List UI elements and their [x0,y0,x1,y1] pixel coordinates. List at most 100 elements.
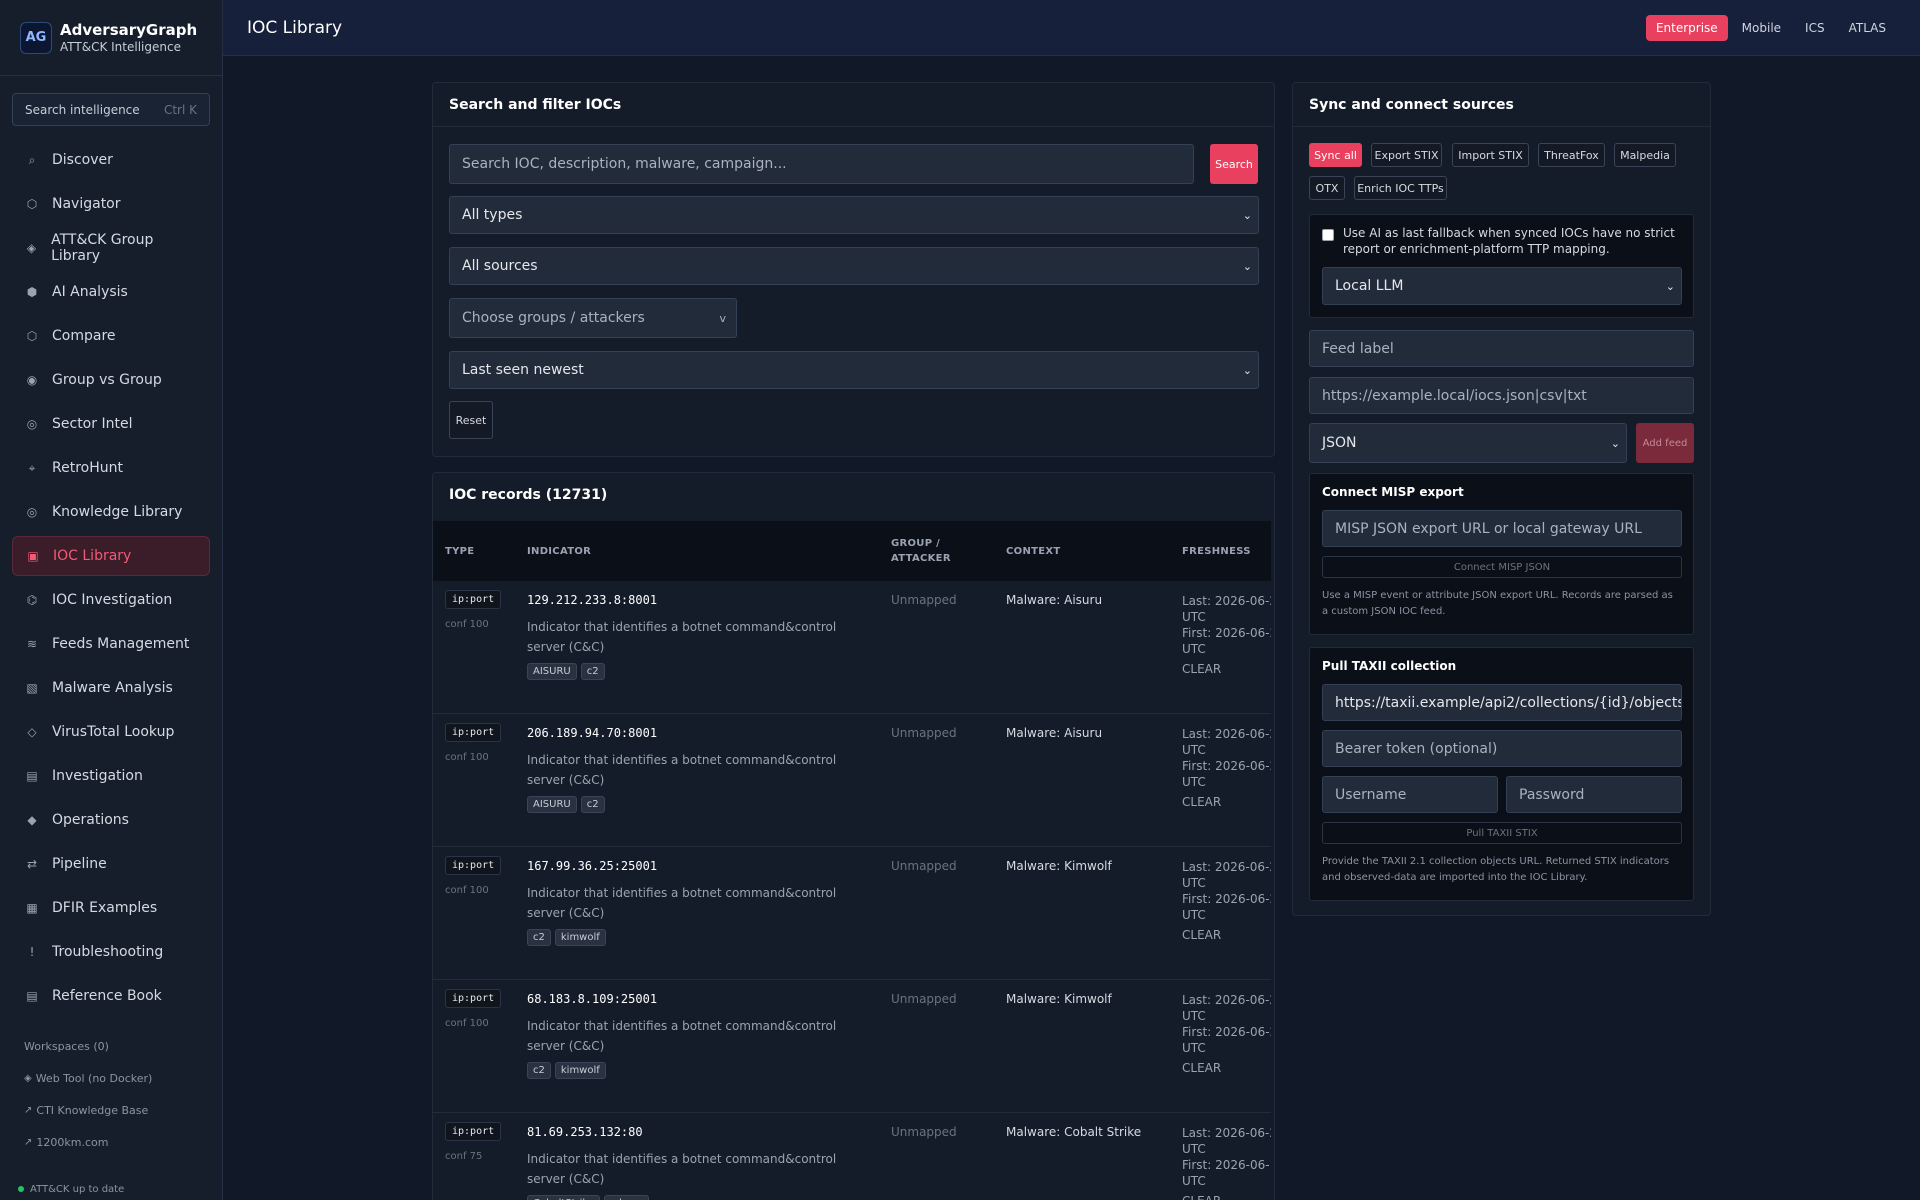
sidebar-item-virustotal-lookup[interactable]: ◇ VirusTotal Lookup [12,712,210,752]
ioc-tag[interactable]: cdn-cs [604,1195,649,1200]
link-1200km[interactable]: ↗ 1200km.com [24,1126,198,1158]
source-select[interactable]: All sources ⌄ [449,247,1259,285]
group-attacker: Unmapped [891,1125,957,1139]
sidebar-item-ai-analysis[interactable]: ⬢ AI Analysis [12,272,210,312]
sidebar-item-investigation[interactable]: ▤ Investigation [12,756,210,796]
workspaces-label[interactable]: Workspaces (0) [24,1030,198,1062]
misp-url-input[interactable]: MISP JSON export URL or local gateway UR… [1322,510,1682,547]
sidebar-item-compare[interactable]: ⬡ Compare [12,316,210,356]
ioc-indicator[interactable]: 68.183.8.109:25001 [527,992,657,1006]
taxii-password-input[interactable]: Password [1506,776,1682,813]
taxii-token-input[interactable]: Bearer token (optional) [1322,730,1682,767]
reputation-status: CLEAR [1182,1193,1271,1200]
enrich-ioc-ttps-button[interactable]: Enrich IOC TTPs [1354,176,1447,200]
link-label: 1200km.com [36,1135,109,1149]
ioc-indicator[interactable]: 206.189.94.70:8001 [527,726,657,740]
malpedia-button[interactable]: Malpedia [1614,143,1676,167]
ioc-type-badge: ip:port [445,723,502,742]
ioc-indicator[interactable]: 167.99.36.25:25001 [527,859,657,873]
import-stix-button[interactable]: Import STIX [1452,143,1529,167]
reputation-status: CLEAR [1182,1061,1222,1075]
groups-multiselect[interactable]: Choose groups / attackers v [449,298,737,338]
sync-all-button[interactable]: Sync all [1309,143,1362,167]
export-stix-button[interactable]: Export STIX [1371,143,1442,167]
sidebar-item-malware-analysis[interactable]: ▧ Malware Analysis [12,668,210,708]
ai-model-select[interactable]: Local LLM ⌄ [1322,267,1682,305]
feed-label-input[interactable]: Feed label [1309,330,1694,367]
sidebar-item-pipeline[interactable]: ⇄ Pipeline [12,844,210,884]
sidebar-item-label: Sector Intel [52,416,133,432]
sidebar-item-attck-group-library[interactable]: ◈ ATT&CK Group Library [12,228,210,268]
sidebar-item-retrohunt[interactable]: ⌖ RetroHunt [12,448,210,488]
ioc-tag[interactable]: c2 [527,1062,551,1079]
sidebar-item-sector-intel[interactable]: ◎ Sector Intel [12,404,210,444]
sort-select[interactable]: Last seen newest ⌄ [449,351,1259,389]
ioc-indicator[interactable]: 81.69.253.132:80 [527,1125,643,1139]
tab-atlas[interactable]: ATLAS [1839,15,1896,41]
sidebar-item-ioc-investigation[interactable]: ⌬ IOC Investigation [12,580,210,620]
ioc-context: Malware: Aisuru [1006,726,1103,740]
sidebar-item-navigator[interactable]: ⬡ Navigator [12,184,210,224]
reset-button[interactable]: Reset [449,401,493,439]
ioc-tag[interactable]: c2 [527,929,551,946]
table-row[interactable]: ip:port conf 100 206.189.94.70:8001 Indicat… [433,714,1271,847]
ioc-context: Malware: Aisuru [1006,593,1103,607]
sidebar-item-label: RetroHunt [52,460,123,476]
ioc-tag[interactable]: CobaltStrike [527,1195,601,1200]
first-seen-tz: UTC [1182,908,1206,922]
group-attacker: Unmapped [891,992,957,1006]
sidebar-item-ioc-library[interactable]: ▣ IOC Library [12,536,210,576]
col-type: TYPE [445,546,475,557]
threatfox-button[interactable]: ThreatFox [1538,143,1605,167]
misp-title: Connect MISP export [1322,485,1464,499]
ioc-tag[interactable]: AISURU [527,796,577,813]
ai-fallback-checkbox[interactable] [1322,229,1334,241]
last-seen-tz: UTC [1182,1009,1206,1023]
confidence-score: conf 100 [445,885,489,896]
link-cti-knowledge-base[interactable]: ↗ CTI Knowledge Base [24,1094,198,1126]
pull-taxii-button[interactable]: Pull TAXII STIX [1322,822,1682,844]
search-button[interactable]: Search [1210,144,1258,184]
ioc-library-icon: ▣ [27,549,39,563]
ioc-tag[interactable]: kimwolf [554,1062,606,1079]
matrix-tabs: Enterprise Mobile ICS ATLAS [1645,14,1896,41]
feed-url-input[interactable]: https://example.local/iocs.json|csv|txt [1309,377,1694,414]
sidebar-item-operations[interactable]: ◆ Operations [12,800,210,840]
sidebar-item-discover[interactable]: ⌕ Discover [12,140,210,180]
ioc-indicator[interactable]: 129.212.233.8:8001 [527,593,657,607]
add-feed-button[interactable]: Add feed [1636,423,1694,463]
ioc-tag[interactable]: AISURU [527,663,577,680]
ioc-search-input[interactable]: Search IOC, description, malware, campai… [449,144,1194,184]
sidebar-item-troubleshooting[interactable]: ! Troubleshooting [12,932,210,972]
tab-ics[interactable]: ICS [1795,15,1835,41]
table-row[interactable]: ip:port conf 100 129.212.233.8:8001 Indicat… [433,581,1271,714]
tab-mobile[interactable]: Mobile [1732,15,1791,41]
table-row[interactable]: ip:port conf 75 81.69.253.132:80 Indicator … [433,1113,1271,1200]
type-select[interactable]: All types ⌄ [449,196,1259,234]
connect-misp-button[interactable]: Connect MISP JSON [1322,556,1682,578]
last-seen-tz: UTC [1182,610,1206,624]
sidebar-item-dfir-examples[interactable]: ▦ DFIR Examples [12,888,210,928]
sidebar-item-reference-book[interactable]: ▤ Reference Book [12,976,210,1016]
sidebar-item-group-vs-group[interactable]: ◉ Group vs Group [12,360,210,400]
link-web-tool[interactable]: ◈ Web Tool (no Docker) [24,1062,198,1094]
taxii-url-input[interactable]: https://taxii.example/api2/collections/{… [1322,684,1682,721]
table-row[interactable]: ip:port conf 100 167.99.36.25:25001 Indicat… [433,847,1271,980]
navigator-icon: ⬡ [26,197,38,211]
sidebar-search[interactable]: Search intelligence Ctrl K [12,93,210,126]
ioc-tag[interactable]: kimwolf [554,929,606,946]
tab-enterprise[interactable]: Enterprise [1645,14,1728,41]
sidebar-item-feeds-management[interactable]: ≋ Feeds Management [12,624,210,664]
type-select-value: All types [462,207,523,223]
feeds-management-icon: ≋ [26,637,38,651]
otx-button[interactable]: OTX [1309,176,1345,200]
malware-analysis-icon: ▧ [26,681,38,695]
table-row[interactable]: ip:port conf 100 68.183.8.109:25001 Indicat… [433,980,1271,1113]
ioc-tag[interactable]: c2 [580,796,605,813]
feed-format-select[interactable]: JSON ⌄ [1309,423,1627,463]
link-label: CTI Knowledge Base [36,1103,149,1117]
taxii-username-input[interactable]: Username [1322,776,1498,813]
sidebar-item-knowledge-library[interactable]: ◎ Knowledge Library [12,492,210,532]
first-seen-tz: UTC [1182,1041,1206,1055]
ioc-tag[interactable]: c2 [580,663,605,680]
